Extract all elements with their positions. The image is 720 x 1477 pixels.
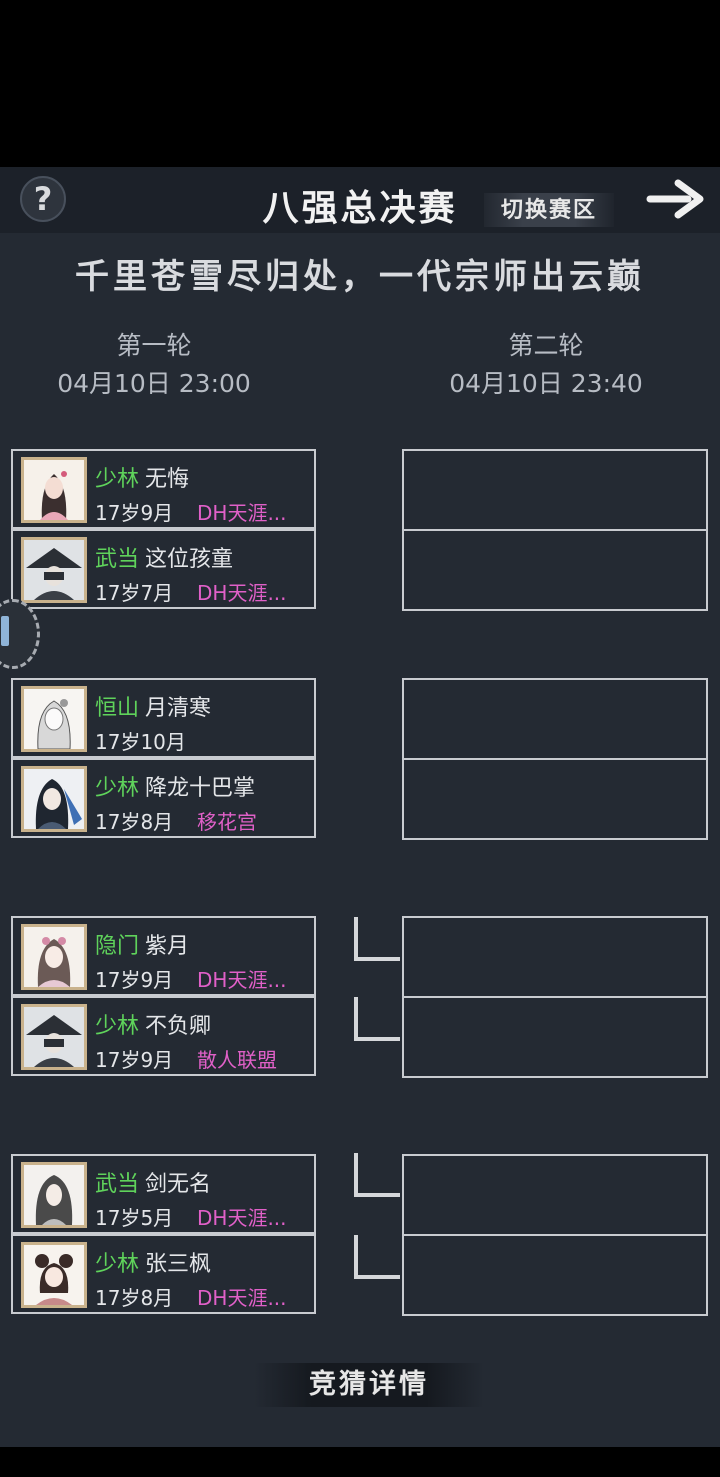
player-sect: 少林 [95, 1014, 140, 1039]
player-guild: DH天涯... [197, 968, 287, 992]
help-button[interactable]: ? [20, 176, 66, 222]
round-2-time: 04月10日 23:40 [449, 369, 643, 398]
player-avatar [21, 1162, 87, 1228]
bracket-connector [354, 1235, 400, 1279]
next-arrow-icon[interactable] [646, 177, 706, 221]
player-age: 17岁7月 [95, 581, 174, 605]
player-slot[interactable]: 恒山 月清寒 17岁10月 [11, 678, 316, 758]
player-avatar [21, 457, 87, 523]
bracket-connector [354, 917, 400, 961]
player-name: 无悔 [145, 467, 190, 492]
player-guild: DH天涯... [197, 1206, 287, 1230]
player-slot[interactable]: 武当 这位孩童 17岁7月 DH天涯... [11, 529, 316, 609]
round-1-time: 04月10日 23:00 [57, 369, 251, 398]
player-name: 剑无名 [145, 1172, 212, 1197]
round-2-slot [402, 916, 708, 1078]
player-name: 降龙十巴掌 [145, 776, 256, 801]
player-guild: DH天涯... [197, 581, 287, 605]
player-sect: 少林 [95, 1252, 140, 1277]
bracket-connector [354, 1153, 400, 1197]
round-2-slot [402, 678, 708, 840]
switch-division-button[interactable]: 切换赛区 [484, 193, 614, 227]
match-3: 隐门 紫月 17岁9月 DH天涯... 少林 不负卿 17岁9月 散人联盟 [11, 916, 316, 1078]
player-sect: 恒山 [95, 696, 140, 721]
round-2-slot [402, 1154, 708, 1316]
match-1: 少林 无悔 17岁9月 DH天涯... 武当 这位孩童 17岁7月 DH天涯..… [11, 449, 316, 611]
player-avatar [21, 1242, 87, 1308]
player-age: 17岁9月 [95, 1048, 174, 1072]
round-2-slot [402, 449, 708, 611]
player-slot[interactable]: 武当 剑无名 17岁5月 DH天涯... [11, 1154, 316, 1234]
player-slot[interactable]: 少林 无悔 17岁9月 DH天涯... [11, 449, 316, 529]
player-avatar [21, 766, 87, 832]
player-name: 不负卿 [145, 1014, 212, 1039]
player-age: 17岁8月 [95, 1286, 174, 1310]
player-sect: 隐门 [95, 934, 140, 959]
player-sect: 少林 [95, 467, 140, 492]
player-age: 17岁9月 [95, 501, 174, 525]
player-name: 张三枫 [145, 1252, 212, 1277]
player-slot[interactable]: 少林 不负卿 17岁9月 散人联盟 [11, 996, 316, 1076]
player-slot[interactable]: 少林 降龙十巴掌 17岁8月 移花宫 [11, 758, 316, 838]
round-2-label: 第二轮 [508, 331, 584, 360]
player-slot[interactable]: 隐门 紫月 17岁9月 DH天涯... [11, 916, 316, 996]
player-name: 紫月 [145, 934, 190, 959]
player-avatar [21, 924, 87, 990]
round-1-header: 第一轮 04月10日 23:00 [44, 327, 264, 403]
player-guild: DH天涯... [197, 1286, 287, 1310]
player-avatar [21, 1004, 87, 1070]
player-name: 月清寒 [145, 696, 212, 721]
player-age: 17岁10月 [95, 730, 186, 754]
round-1-label: 第一轮 [116, 331, 192, 360]
player-sect: 少林 [95, 776, 140, 801]
player-age: 17岁5月 [95, 1206, 174, 1230]
player-age: 17岁8月 [95, 810, 174, 834]
match-2: 恒山 月清寒 17岁10月 少林 降龙十巴掌 17岁8月 移花宫 [11, 678, 316, 840]
player-name: 这位孩童 [145, 547, 234, 572]
player-age: 17岁9月 [95, 968, 174, 992]
player-avatar [21, 686, 87, 752]
page-title: 八强总决赛 [262, 187, 458, 229]
round-2-header: 第二轮 04月10日 23:40 [436, 327, 656, 403]
player-guild: DH天涯... [197, 501, 287, 525]
bracket-connector [354, 997, 400, 1041]
player-slot[interactable]: 少林 张三枫 17岁8月 DH天涯... [11, 1234, 316, 1314]
match-4: 武当 剑无名 17岁5月 DH天涯... 少林 张三枫 17岁8月 DH天涯..… [11, 1154, 316, 1316]
player-sect: 武当 [95, 547, 140, 572]
player-guild: 移花宫 [197, 810, 257, 834]
slogan: 千里苍雪尽归处，一代宗师出云巅 [75, 257, 645, 297]
player-avatar [21, 537, 87, 603]
tournament-screen: ? 八强总决赛 切换赛区 千里苍雪尽归处，一代宗师出云巅 第一轮 04月10日 … [0, 167, 720, 1447]
guess-details-button[interactable]: 竞猜详情 [254, 1363, 484, 1407]
top-bar: ? 八强总决赛 切换赛区 [0, 167, 720, 233]
player-sect: 武当 [95, 1172, 140, 1197]
player-guild: 散人联盟 [197, 1048, 277, 1072]
